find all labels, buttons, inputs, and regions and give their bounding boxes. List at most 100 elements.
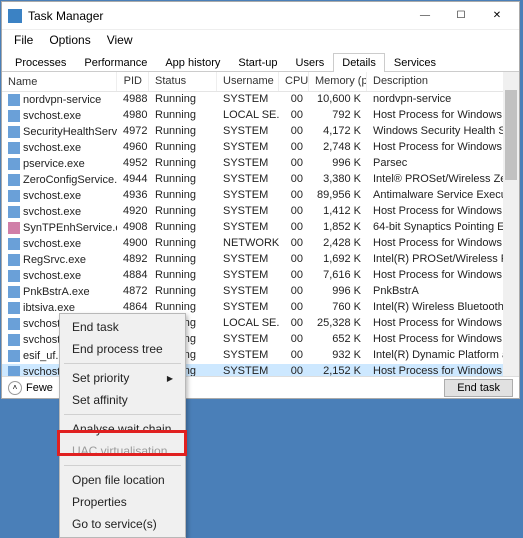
chevron-up-icon[interactable]: ˄	[8, 381, 22, 395]
cell-desc: Parsec	[367, 156, 519, 172]
vertical-scrollbar[interactable]	[503, 72, 519, 376]
fewer-details-label[interactable]: Fewe	[26, 382, 53, 394]
cell-desc: Antimalware Service Executable	[367, 188, 519, 204]
table-row[interactable]: PnkBstrA.exe4872RunningSYSTEM00996 KPnkB…	[2, 284, 519, 300]
table-row[interactable]: pservice.exe4952RunningSYSTEM00996 KPars…	[2, 156, 519, 172]
menu-separator	[64, 465, 181, 466]
cell-name: svchost.exe	[23, 142, 81, 154]
cell-name: SynTPEnhService.exe	[23, 222, 117, 234]
process-icon	[8, 286, 20, 298]
cell-pid: 4936	[117, 188, 149, 204]
cell-status: Running	[149, 236, 217, 252]
menu-item-end-task[interactable]: End task	[62, 316, 183, 338]
cell-user: SYSTEM	[217, 124, 279, 140]
cell-pid: 4944	[117, 172, 149, 188]
tab-users[interactable]: Users	[287, 53, 334, 72]
process-icon	[8, 350, 20, 362]
cell-mem: 1,852 K	[309, 220, 367, 236]
col-pid[interactable]: PID	[117, 72, 149, 91]
table-row[interactable]: svchost.exe4900RunningNETWORK...002,428 …	[2, 236, 519, 252]
tab-services[interactable]: Services	[385, 53, 445, 72]
cell-name: svchost.exe	[23, 270, 81, 282]
cell-name: svchost.exe	[23, 238, 81, 250]
tab-processes[interactable]: Processes	[6, 53, 75, 72]
cell-cpu: 00	[279, 284, 309, 300]
menu-item-label: End process tree	[72, 342, 163, 356]
table-row[interactable]: ZeroConfigService.exe4944RunningSYSTEM00…	[2, 172, 519, 188]
menu-view[interactable]: View	[99, 31, 141, 49]
col-description[interactable]: Description	[367, 72, 519, 91]
col-username[interactable]: Username	[217, 72, 279, 91]
table-row[interactable]: svchost.exe4884RunningSYSTEM007,616 KHos…	[2, 268, 519, 284]
cell-desc: Intel® PROSet/Wireless Zero Configur...	[367, 172, 519, 188]
cell-desc: Host Process for Windows Services	[367, 108, 519, 124]
tab-startup[interactable]: Start-up	[229, 53, 286, 72]
tab-app-history[interactable]: App history	[156, 53, 229, 72]
close-button[interactable]: ✕	[479, 3, 515, 29]
process-icon	[8, 126, 20, 138]
table-row[interactable]: svchost.exe4980RunningLOCAL SE...00792 K…	[2, 108, 519, 124]
process-icon	[8, 94, 20, 106]
end-task-button[interactable]: End task	[444, 379, 513, 397]
cell-cpu: 00	[279, 140, 309, 156]
menu-file[interactable]: File	[6, 31, 41, 49]
process-icon	[8, 142, 20, 154]
cell-desc: Host Process for Windows Services	[367, 268, 519, 284]
table-row[interactable]: RegSrvc.exe4892RunningSYSTEM001,692 KInt…	[2, 252, 519, 268]
cell-user: SYSTEM	[217, 172, 279, 188]
minimize-button[interactable]: —	[407, 3, 443, 29]
cell-pid: 4920	[117, 204, 149, 220]
menu-item-end-process-tree[interactable]: End process tree	[62, 338, 183, 360]
scrollbar-thumb[interactable]	[505, 90, 517, 180]
table-row[interactable]: nordvpn-service4988RunningSYSTEM0010,600…	[2, 92, 519, 108]
table-row[interactable]: SecurityHealthService4972RunningSYSTEM00…	[2, 124, 519, 140]
col-cpu[interactable]: CPU	[279, 72, 309, 91]
table-row[interactable]: SynTPEnhService.exe4908RunningSYSTEM001,…	[2, 220, 519, 236]
menu-item-set-priority[interactable]: Set priority▶	[62, 367, 183, 389]
cell-cpu: 00	[279, 204, 309, 220]
cell-mem: 932 K	[309, 348, 367, 364]
cell-status: Running	[149, 188, 217, 204]
cell-pid: 4884	[117, 268, 149, 284]
cell-user: SYSTEM	[217, 332, 279, 348]
cell-name: RegSrvc.exe	[23, 254, 86, 266]
cell-cpu: 00	[279, 220, 309, 236]
cell-desc: Host Process for Windows Services	[367, 140, 519, 156]
cell-cpu: 00	[279, 316, 309, 332]
cell-user: SYSTEM	[217, 156, 279, 172]
menu-item-open-file-location[interactable]: Open file location	[62, 469, 183, 491]
cell-pid: 4960	[117, 140, 149, 156]
menu-item-go-to-service-s-[interactable]: Go to service(s)	[62, 513, 183, 535]
cell-user: NETWORK...	[217, 236, 279, 252]
cell-name: nordvpn-service	[23, 94, 101, 106]
table-row[interactable]: svchost.exe4960RunningSYSTEM002,748 KHos…	[2, 140, 519, 156]
process-icon	[8, 206, 20, 218]
cell-pid: 4872	[117, 284, 149, 300]
cell-status: Running	[149, 252, 217, 268]
cell-mem: 2,152 K	[309, 364, 367, 376]
table-row[interactable]: svchost.exe4936RunningSYSTEM0089,956 KAn…	[2, 188, 519, 204]
col-memory[interactable]: Memory (p...	[309, 72, 367, 91]
cell-user: SYSTEM	[217, 364, 279, 376]
cell-pid: 4900	[117, 236, 149, 252]
cell-desc: Intel(R) PROSet/Wireless Registry Servic…	[367, 252, 519, 268]
menu-item-analyse-wait-chain[interactable]: Analyse wait chain	[62, 418, 183, 440]
cell-mem: 10,600 K	[309, 92, 367, 108]
menu-item-label: Analyse wait chain	[72, 422, 171, 436]
process-icon	[8, 334, 20, 346]
table-row[interactable]: svchost.exe4920RunningSYSTEM001,412 KHos…	[2, 204, 519, 220]
menu-item-set-affinity[interactable]: Set affinity	[62, 389, 183, 411]
cell-desc: Intel(R) Dynamic Platform and Therma...	[367, 348, 519, 364]
tab-performance[interactable]: Performance	[75, 53, 156, 72]
maximize-button[interactable]: ☐	[443, 3, 479, 29]
cell-cpu: 00	[279, 108, 309, 124]
cell-cpu: 00	[279, 236, 309, 252]
col-name[interactable]: Name	[2, 72, 117, 91]
menu-item-properties[interactable]: Properties	[62, 491, 183, 513]
context-menu: End task End process tree Set priority▶Set…	[59, 313, 186, 538]
process-icon	[8, 110, 20, 122]
col-status[interactable]: Status	[149, 72, 217, 91]
cell-cpu: 00	[279, 124, 309, 140]
tab-details[interactable]: Details	[333, 53, 385, 72]
menu-options[interactable]: Options	[41, 31, 98, 49]
